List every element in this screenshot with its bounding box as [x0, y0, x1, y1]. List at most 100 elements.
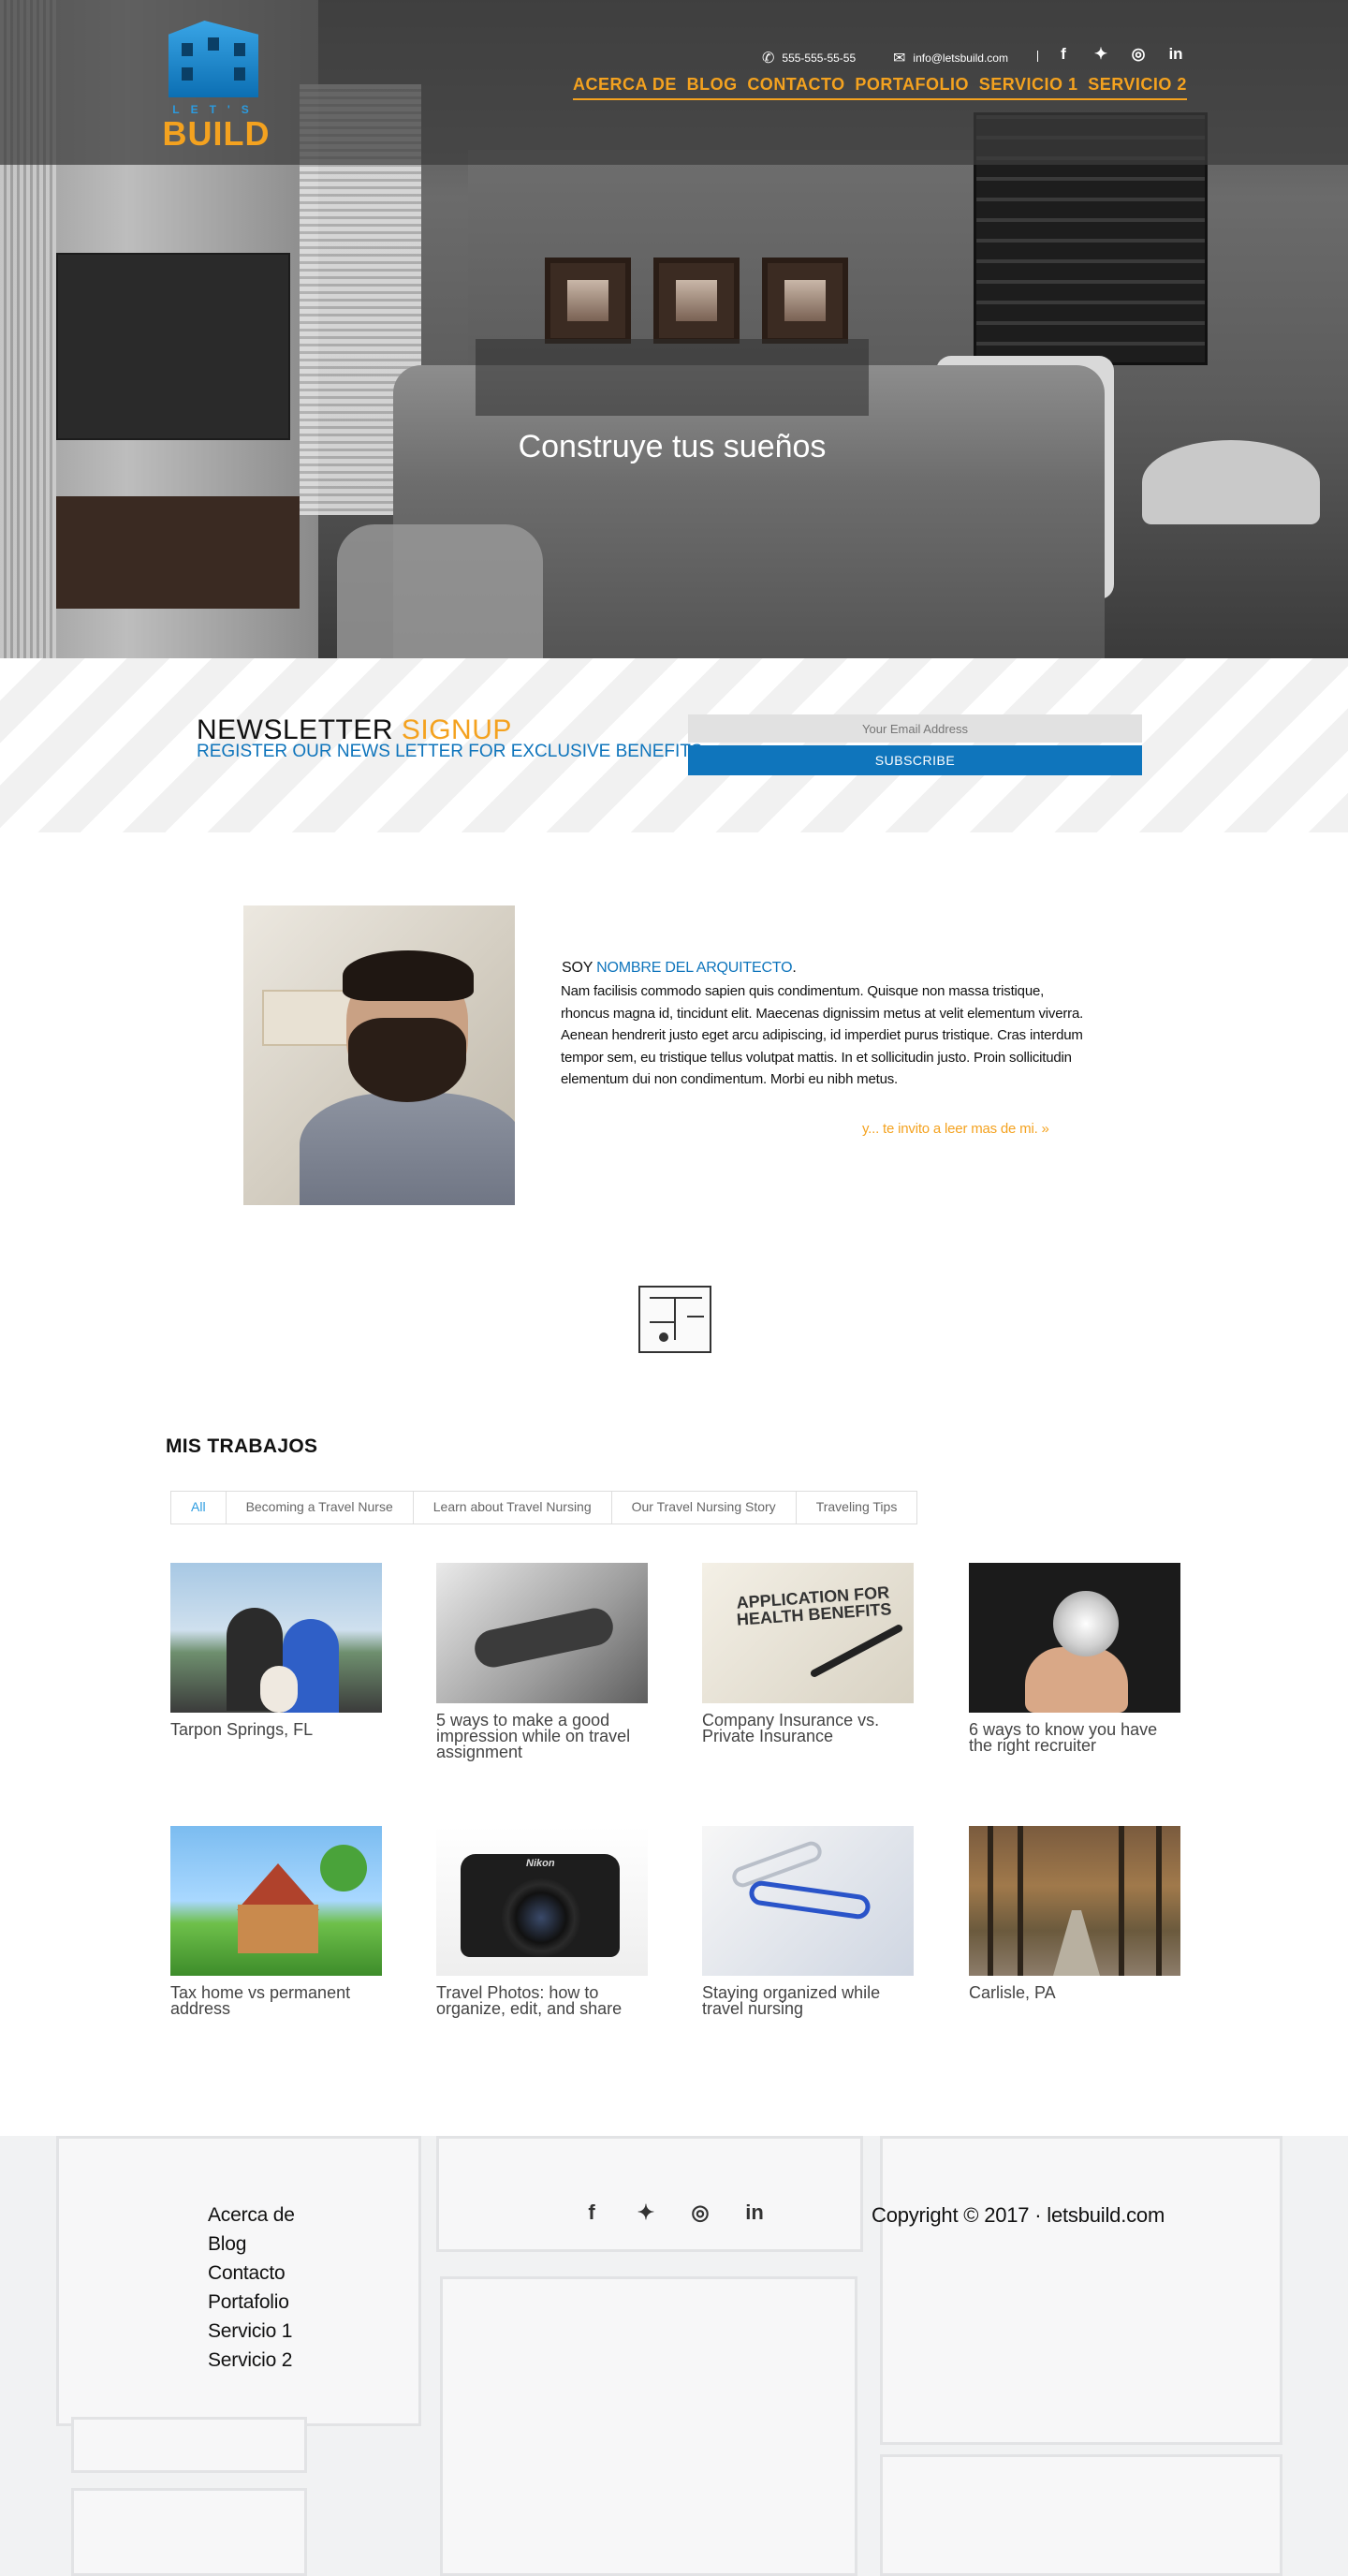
works-title: MIS TRABAJOS — [166, 1435, 318, 1457]
nav-servicio-1[interactable]: SERVICIO 1 — [979, 75, 1078, 95]
twitter-icon[interactable]: ✦ — [1092, 45, 1110, 64]
about-body: Nam facilisis commodo sapien quis condim… — [561, 983, 1084, 1087]
work-caption: Company Insurance vs. Private Insurance — [702, 1711, 880, 1745]
footer-link-portafolio[interactable]: Portafolio — [208, 2288, 295, 2317]
nav-portafolio[interactable]: PORTAFOLIO — [855, 75, 969, 95]
tab-our-travel-nursing-story[interactable]: Our Travel Nursing Story — [611, 1492, 797, 1524]
work-thumbnail — [969, 1563, 1180, 1713]
nav-blog[interactable]: BLOG — [687, 75, 738, 95]
footer-links: Acerca de Blog Contacto Portafolio Servi… — [208, 2201, 295, 2375]
work-caption: Tax home vs permanent address — [170, 1983, 351, 2018]
footer-floorplan-room — [440, 2276, 857, 2576]
work-card[interactable]: Nikon Travel Photos: how to organize, ed… — [436, 1826, 648, 2017]
facebook-icon[interactable]: f — [1054, 45, 1073, 64]
logo-building-icon — [168, 21, 258, 97]
architect-portrait — [243, 905, 515, 1205]
work-card[interactable]: APPLICATION FOR HEALTH BENEFITS Company … — [702, 1563, 914, 1744]
tab-learn-about-travel-nursing[interactable]: Learn about Travel Nursing — [413, 1492, 612, 1524]
footer-social: f ✦ ◎ in — [580, 2201, 766, 2224]
hero-rug — [337, 524, 543, 658]
tab-becoming-a-travel-nurse[interactable]: Becoming a Travel Nurse — [226, 1492, 414, 1524]
nav-acerca-de[interactable]: ACERCA DE — [573, 75, 677, 95]
hero-tagline: Construye tus sueños — [518, 429, 827, 464]
nav-contacto[interactable]: CONTACTO — [747, 75, 844, 95]
work-thumbnail: APPLICATION FOR HEALTH BENEFITS — [702, 1563, 914, 1703]
header-divider — [1037, 51, 1038, 62]
hero-tv — [56, 253, 290, 440]
works-filter-tabs: All Becoming a Travel Nurse Learn about … — [170, 1491, 918, 1524]
work-caption: Carlisle, PA — [969, 1983, 1056, 2002]
newsletter-subtitle: REGISTER OUR NEWS LETTER FOR EXCLUSIVE B… — [197, 742, 703, 761]
linkedin-icon[interactable]: in — [1166, 45, 1185, 64]
work-card[interactable]: 6 ways to know you have the right recrui… — [969, 1563, 1180, 1754]
hero-picture-frame — [653, 258, 740, 344]
about-prefix: SOY — [562, 960, 597, 976]
hero-picture-frame — [545, 258, 631, 344]
footer-link-blog[interactable]: Blog — [208, 2230, 295, 2259]
portrait-shirt — [300, 1093, 515, 1205]
phone-icon: ✆ — [762, 51, 775, 66]
linkedin-icon[interactable]: in — [743, 2201, 766, 2224]
work-card[interactable]: Staying organized while travel nursing — [702, 1826, 914, 2017]
header-phone[interactable]: ✆ 555-555-55-55 — [762, 49, 856, 67]
header-social: f ✦ ◎ in — [1054, 45, 1185, 64]
architect-name: NOMBRE DEL ARQUITECTO — [596, 960, 793, 976]
tab-all[interactable]: All — [171, 1492, 227, 1524]
header-phone-number: 555-555-55-55 — [782, 52, 857, 65]
newsletter-section: NEWSLETTER SIGNUP REGISTER OUR NEWS LETT… — [0, 658, 1348, 832]
hero-lamp — [1142, 440, 1320, 524]
newsletter-email-input[interactable] — [688, 714, 1142, 743]
tab-traveling-tips[interactable]: Traveling Tips — [796, 1492, 917, 1524]
about-heading: SOY NOMBRE DEL ARQUITECTO. — [562, 960, 797, 977]
work-thumbnail-text: Nikon — [526, 1858, 555, 1869]
work-thumbnail — [170, 1563, 382, 1713]
work-caption: Travel Photos: how to organize, edit, an… — [436, 1983, 623, 2018]
work-thumbnail — [702, 1826, 914, 1976]
footer-link-acerca-de[interactable]: Acerca de — [208, 2201, 295, 2230]
work-card[interactable]: Carlisle, PA — [969, 1826, 1180, 2001]
work-caption: 6 ways to know you have the right recrui… — [969, 1720, 1158, 1755]
twitter-icon[interactable]: ✦ — [635, 2201, 657, 2224]
header-email-address: info@letsbuild.com — [913, 52, 1008, 65]
footer-link-servicio-1[interactable]: Servicio 1 — [208, 2317, 295, 2346]
hero-shelf — [56, 496, 300, 609]
portrait-beard — [348, 1018, 466, 1102]
floorplan-icon — [638, 1286, 711, 1353]
work-thumbnail — [170, 1826, 382, 1976]
subscribe-button[interactable]: SUBSCRIBE — [688, 745, 1142, 775]
work-thumbnail: Nikon — [436, 1826, 648, 1976]
instagram-icon[interactable]: ◎ — [1129, 45, 1148, 64]
footer-link-servicio-2[interactable]: Servicio 2 — [208, 2346, 295, 2375]
hero-overlay-box — [476, 339, 869, 416]
work-thumbnail — [969, 1826, 1180, 1976]
work-caption: 5 ways to make a good impression while o… — [436, 1711, 631, 1761]
logo-build: BUILD — [162, 114, 271, 153]
facebook-icon[interactable]: f — [580, 2201, 603, 2224]
footer-floorplan-room — [880, 2136, 1282, 2445]
instagram-icon[interactable]: ◎ — [689, 2201, 711, 2224]
read-more-link[interactable]: y... te invito a leer mas de mi. » — [862, 1121, 1049, 1137]
work-caption: Staying organized while travel nursing — [702, 1983, 881, 2018]
work-thumbnail — [436, 1563, 648, 1703]
footer-floorplan-room — [71, 2488, 307, 2576]
mail-icon: ✉ — [893, 51, 906, 66]
work-caption: Tarpon Springs, FL — [170, 1720, 314, 1739]
site-logo[interactable]: LET'S BUILD — [155, 21, 277, 153]
work-card[interactable]: Tarpon Springs, FL — [170, 1563, 382, 1738]
site-footer: Acerca de Blog Contacto Portafolio Servi… — [0, 2136, 1348, 2576]
hero-section: Construye tus sueños LET'S BUILD ✆ 555-5… — [0, 0, 1348, 658]
hero-picture-frame — [762, 258, 848, 344]
footer-floorplan-room — [880, 2454, 1282, 2576]
work-thumbnail-text: APPLICATION FOR HEALTH BENEFITS — [736, 1582, 892, 1629]
work-card[interactable]: Tax home vs permanent address — [170, 1826, 382, 2017]
nav-servicio-2[interactable]: SERVICIO 2 — [1088, 75, 1187, 95]
about-suffix: . — [792, 960, 797, 976]
portrait-hair — [343, 950, 474, 1001]
footer-link-contacto[interactable]: Contacto — [208, 2259, 295, 2288]
header-email[interactable]: ✉ info@letsbuild.com — [893, 49, 1008, 67]
copyright: Copyright © 2017 · letsbuild.com — [872, 2203, 1165, 2227]
main-nav: ACERCA DE BLOG CONTACTO PORTAFOLIO SERVI… — [573, 75, 1187, 100]
work-card[interactable]: 5 ways to make a good impression while o… — [436, 1563, 648, 1760]
footer-floorplan-room — [436, 2136, 863, 2252]
footer-floorplan-room — [71, 2417, 307, 2473]
